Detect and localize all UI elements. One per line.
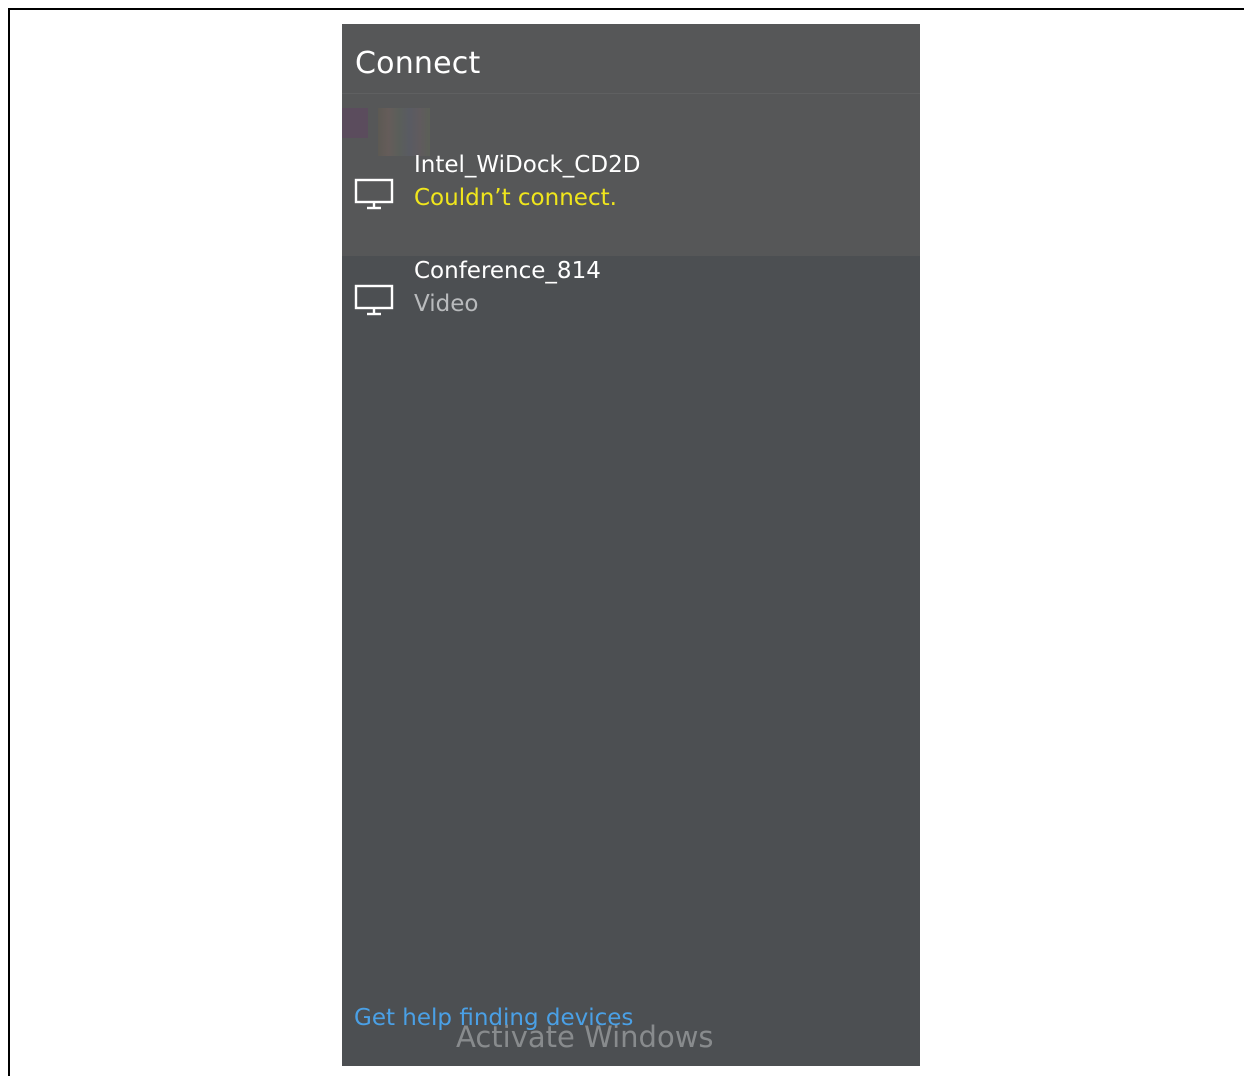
connect-pane: Connect Intel_WiDock_CD2D Couldn’t conne…: [342, 24, 920, 1066]
device-item-intel-widock[interactable]: Intel_WiDock_CD2D Couldn’t connect.: [342, 152, 920, 232]
device-item-conference-814[interactable]: Conference_814 Video: [342, 258, 920, 338]
monitor-icon: [354, 178, 394, 210]
device-status: Video: [414, 291, 479, 317]
device-name: Conference_814: [414, 258, 601, 284]
pane-title: Connect: [355, 46, 481, 81]
background-thumbnail: [378, 108, 430, 156]
background-thumbnail: [342, 108, 368, 138]
divider: [342, 93, 920, 94]
monitor-icon: [354, 284, 394, 316]
device-name: Intel_WiDock_CD2D: [414, 152, 641, 178]
device-status: Couldn’t connect.: [414, 185, 617, 211]
get-help-link[interactable]: Get help finding devices: [354, 1005, 633, 1031]
